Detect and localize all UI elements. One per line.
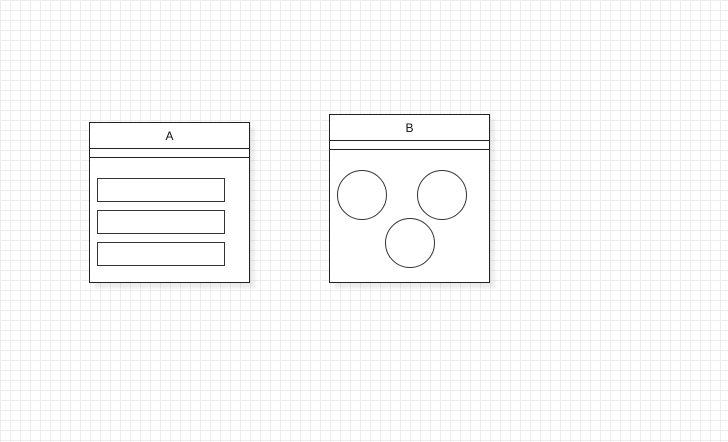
box-a-title: A xyxy=(165,128,174,143)
box-b-header: B xyxy=(330,115,489,141)
box-a-header: A xyxy=(90,123,249,149)
box-a-field-2[interactable] xyxy=(97,210,225,234)
box-a[interactable]: A xyxy=(89,122,250,283)
box-b-circle-1[interactable] xyxy=(337,170,387,220)
diagram-canvas[interactable]: A B xyxy=(0,0,728,442)
box-b-title: B xyxy=(405,120,414,135)
box-a-divider xyxy=(90,157,249,158)
box-a-field-3[interactable] xyxy=(97,242,225,266)
box-b-circle-2[interactable] xyxy=(417,170,467,220)
box-b-divider xyxy=(330,149,489,150)
box-b[interactable]: B xyxy=(329,114,490,283)
box-a-field-1[interactable] xyxy=(97,178,225,202)
box-b-circle-3[interactable] xyxy=(385,218,435,268)
